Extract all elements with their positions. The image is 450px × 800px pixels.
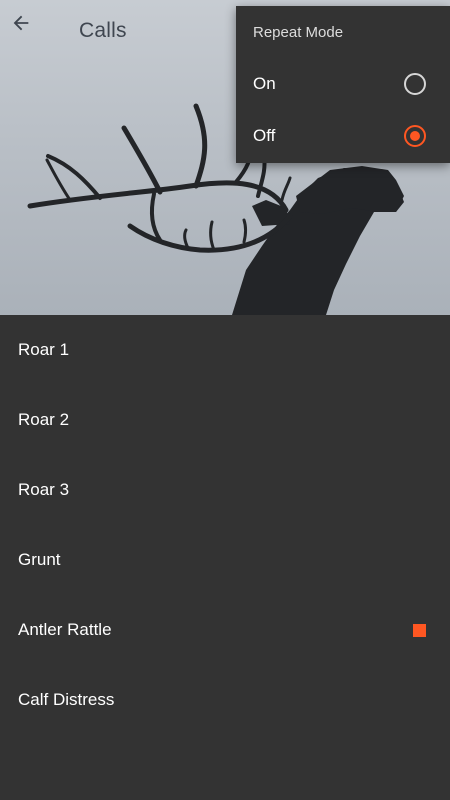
call-label: Roar 1: [18, 340, 70, 359]
repeat-off-option[interactable]: Off: [236, 110, 450, 162]
radio-unchecked-icon[interactable]: [404, 73, 426, 95]
arrow-back-icon: [13, 15, 29, 31]
repeat-on-option[interactable]: On: [236, 58, 450, 110]
option-label: Off: [253, 126, 276, 145]
list-item[interactable]: Grunt: [0, 525, 450, 595]
call-label: Antler Rattle: [18, 620, 112, 639]
call-label: Grunt: [18, 550, 61, 569]
list-item[interactable]: Antler Rattle: [0, 595, 450, 665]
menu-title: Repeat Mode: [253, 24, 344, 41]
list-item[interactable]: Roar 1: [0, 315, 450, 385]
list-item[interactable]: Calf Distress: [0, 665, 450, 735]
call-label: Calf Distress: [18, 690, 115, 709]
back-button[interactable]: [10, 12, 50, 52]
call-label: Roar 2: [18, 410, 70, 429]
calls-list: Roar 1 Roar 2 Roar 3 Grunt Antler Rattle…: [0, 315, 450, 735]
calls-screen: Calls Roar 1 Roar 2 Roar 3 Grunt Antler …: [0, 0, 450, 800]
stop-icon[interactable]: [413, 624, 426, 637]
option-label: On: [253, 74, 276, 93]
repeat-mode-menu: Repeat Mode On Off: [236, 6, 450, 163]
call-label: Roar 3: [18, 480, 70, 499]
radio-checked-icon[interactable]: [404, 125, 426, 147]
page-title: Calls: [79, 19, 127, 42]
list-item[interactable]: Roar 3: [0, 455, 450, 525]
list-item[interactable]: Roar 2: [0, 385, 450, 455]
